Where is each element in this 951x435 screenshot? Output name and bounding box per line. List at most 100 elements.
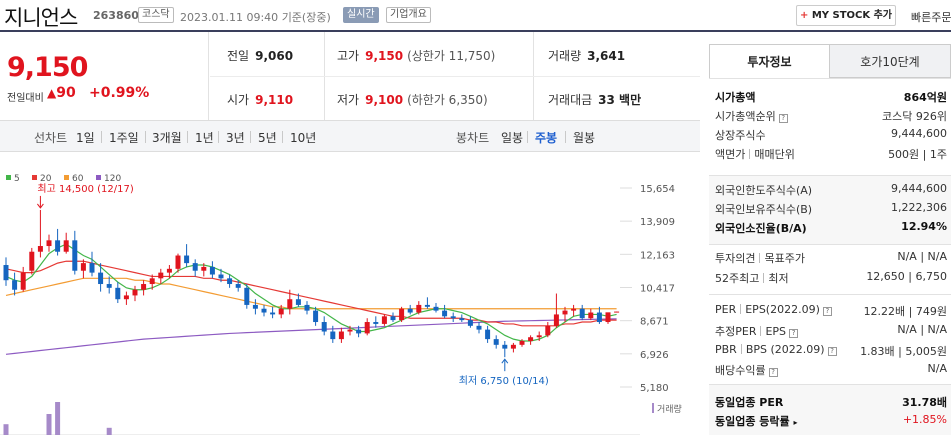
period-3m[interactable]: 3개월 xyxy=(152,129,182,146)
industry-rate-row: 동일업종 등락률 ▸ +1.85% xyxy=(715,413,947,428)
candle-weekly[interactable]: 주봉 xyxy=(535,129,557,146)
candle-body xyxy=(106,284,112,288)
ma-line-60 xyxy=(5,277,617,310)
candle-body xyxy=(98,272,104,285)
quick-order-link[interactable]: 빠른주문 xyxy=(911,9,951,25)
y-tick-label: 6,926 xyxy=(640,350,669,361)
plus-icon: + xyxy=(799,10,809,21)
chart-grid xyxy=(620,187,632,388)
industry-section: 동일업종 PER 31.78배 동일업종 등락률 ▸ +1.85% xyxy=(709,384,951,435)
candle-body xyxy=(287,299,293,309)
volume-bar xyxy=(3,424,9,435)
candle-body xyxy=(235,284,241,288)
candle-body xyxy=(450,316,456,319)
price-chart: 5 20 60 120 최고 14,500 (12/17) 최저 6,750 (10/1… xyxy=(0,152,700,435)
candle-body xyxy=(304,304,310,311)
candle-body xyxy=(485,329,491,340)
candle-body xyxy=(252,304,258,309)
company-name: 지니언스 xyxy=(4,6,78,30)
period-1d[interactable]: 1일 xyxy=(76,129,95,146)
market-badge: 코스닥 xyxy=(138,7,174,23)
tab-order-book[interactable]: 호가10단계 xyxy=(829,44,951,78)
volume-bars: 거래량 xyxy=(0,402,682,435)
candle-monthly[interactable]: 월봉 xyxy=(573,129,595,146)
quote-datetime: 2023.01.11 09:40 기준(장중) xyxy=(180,11,331,24)
candle-body xyxy=(476,325,482,330)
stock-header: 지니언스 263860 코스닥 2023.01.11 09:40 기준(장중) … xyxy=(0,0,951,30)
legend-swatch xyxy=(32,175,37,180)
candle-body xyxy=(141,284,147,290)
candle-body xyxy=(356,329,362,334)
period-1w[interactable]: 1주일 xyxy=(109,129,139,146)
est-per-eps-row: 추정PER EPS? N/A | N/A xyxy=(715,323,947,338)
candle-body xyxy=(579,308,585,319)
company-overview-button[interactable]: 기업개요 xyxy=(386,7,431,23)
candle-body xyxy=(442,310,448,317)
legend-label: 60 xyxy=(72,174,84,184)
period-1y[interactable]: 1년 xyxy=(195,129,214,146)
period-5y[interactable]: 5년 xyxy=(258,129,277,146)
candle-body xyxy=(201,266,207,271)
foreign-limit-row: 외국인한도주식수(A) 9,444,600 xyxy=(715,182,947,197)
candle-body xyxy=(321,322,327,332)
candle-body xyxy=(528,337,534,342)
candle-body xyxy=(184,255,190,264)
candle-body xyxy=(218,274,224,279)
change-percent: +0.99% xyxy=(89,85,150,101)
candles xyxy=(3,209,620,358)
legend-label: 5 xyxy=(14,174,20,184)
market-cap-rank-row: 시가총액순위? 코스닥 926위 xyxy=(715,110,947,123)
legend-swatch xyxy=(6,175,11,180)
foreign-section: 외국인한도주식수(A) 9,444,600 외국인보유주식수(B) 1,222,30… xyxy=(709,175,951,244)
volume-bar xyxy=(55,402,61,435)
volume-legend-swatch xyxy=(652,403,654,413)
price-stats: 전일 9,060 고가 9,150 (상한가 11,750) 거래량 3,641 시가 9… xyxy=(210,32,700,120)
candle-body xyxy=(364,322,370,334)
candle-body xyxy=(596,312,602,323)
candle-body xyxy=(493,339,499,345)
candle-body xyxy=(132,289,138,296)
legend-swatch xyxy=(64,175,69,180)
candle-body xyxy=(46,240,52,247)
info-icon: ? xyxy=(827,347,837,356)
y-tick-label: 10,417 xyxy=(640,284,675,295)
candle-body xyxy=(381,316,387,324)
candle-body xyxy=(209,266,215,275)
period-3y[interactable]: 3년 xyxy=(226,129,245,146)
candle-body xyxy=(244,287,250,305)
candle-body xyxy=(123,295,129,300)
y-tick-label: 5,180 xyxy=(640,383,669,394)
per-eps-row: PER EPS(2022.09)? 12.22배 | 749원 xyxy=(715,303,947,318)
realtime-button[interactable]: 실시간 xyxy=(343,7,379,23)
candle-body xyxy=(149,278,155,285)
candle-body xyxy=(12,280,18,290)
candle-body xyxy=(115,287,121,300)
stock-code: 263860 xyxy=(93,9,139,22)
moving-averages xyxy=(5,243,617,355)
candle-body xyxy=(192,263,198,271)
candle-body xyxy=(399,308,405,321)
open-price: 시가 9,110 xyxy=(227,93,294,107)
chart-toolbar: 선차트 1일 1주일 3개월 1년 3년 5년 10년 봉차트 일봉 주봉 월봉 xyxy=(0,120,700,152)
chart-annotations: 최고 14,500 (12/17) 최저 6,750 (10/14) xyxy=(37,183,549,387)
y-tick-label: 12,163 xyxy=(640,250,675,261)
candle-body xyxy=(433,306,439,311)
industry-per-row: 동일업종 PER 31.78배 xyxy=(715,396,947,409)
y-tick-label: 13,909 xyxy=(640,217,675,228)
tab-investment-info[interactable]: 투자정보 xyxy=(709,44,830,78)
ma-line-20 xyxy=(5,260,617,327)
ma-line-120 xyxy=(5,318,617,355)
candle-body xyxy=(390,316,396,321)
candle-body xyxy=(571,308,577,311)
add-mystock-button[interactable]: + MY STOCK 추가 xyxy=(796,5,896,26)
candle-body xyxy=(562,310,568,315)
candle-body xyxy=(72,240,78,271)
period-10y[interactable]: 10년 xyxy=(290,129,316,146)
candle-body xyxy=(407,308,413,313)
up-arrow-icon: ▲ xyxy=(47,86,57,100)
candle-daily[interactable]: 일봉 xyxy=(501,129,523,146)
info-icon: ? xyxy=(778,114,788,123)
chart-legend: 5 20 60 120 xyxy=(6,174,121,184)
candle-body xyxy=(588,312,594,319)
candle-body xyxy=(338,331,344,340)
